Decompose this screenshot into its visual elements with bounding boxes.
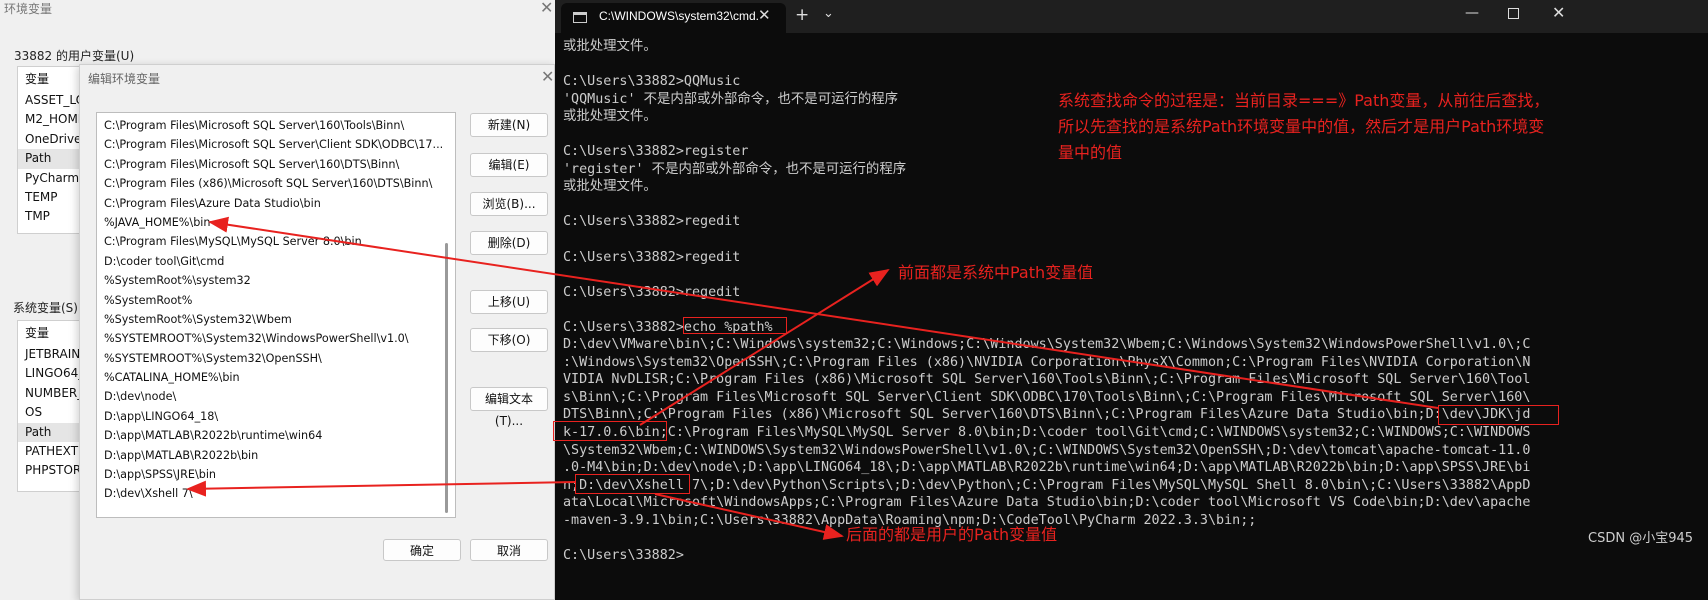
- arrow-jdk-to-java-home: [208, 216, 1439, 409]
- arrow-to-user-label: [654, 493, 844, 540]
- arrow-xshell-entry: [186, 480, 576, 497]
- annotation-arrows: [186, 216, 1439, 540]
- watermark: CSDN @小宝945: [1588, 531, 1694, 546]
